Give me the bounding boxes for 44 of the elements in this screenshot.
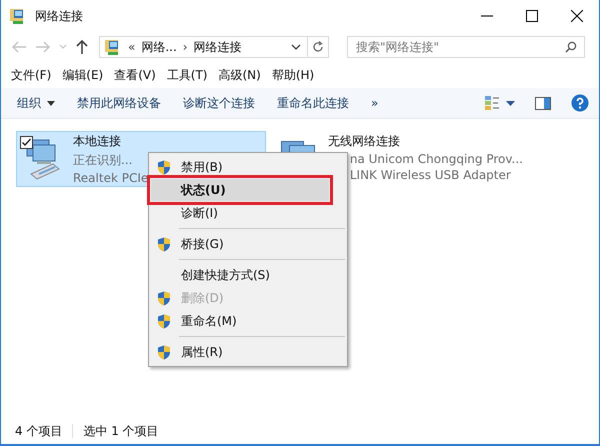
status-text: 选中 1 个项目 (83, 422, 159, 440)
menu-item[interactable]: 文件(F) (11, 66, 52, 84)
chevron-down-icon[interactable] (291, 44, 301, 50)
search-field[interactable]: 搜索"网络连接" (347, 36, 585, 58)
window-title: 网络连接 (35, 8, 83, 24)
address-field[interactable]: « 网络... › 网络连接 (99, 36, 329, 58)
menu-item[interactable]: 编辑(E) (62, 66, 104, 84)
context-menu-item[interactable]: 重命名(M) (151, 310, 345, 332)
maximize-icon (526, 10, 538, 22)
adapter-name: LINK Wireless USB Adapter (350, 168, 512, 182)
context-menu-item[interactable]: 诊断(I) (151, 202, 345, 224)
adapter-name: Realtek PCIe (73, 171, 148, 185)
toolbar-button[interactable]: 诊断这个连接 (175, 90, 263, 116)
search-icon (565, 41, 577, 53)
context-menu-item[interactable]: 状态(U) (151, 179, 329, 201)
breadcrumb[interactable]: 网络... (141, 38, 177, 56)
context-menu-item[interactable]: 桥接(G) (151, 233, 345, 255)
dropdown-arrow-icon (47, 100, 55, 106)
preview-pane-icon[interactable] (535, 96, 551, 110)
context-menu-item[interactable]: 属性(R) (151, 341, 345, 363)
up-arrow-icon[interactable] (75, 39, 89, 55)
close-icon (570, 10, 582, 22)
breadcrumb[interactable]: 网络连接 (194, 38, 242, 56)
refresh-icon (312, 41, 324, 53)
context-menu-item[interactable]: 创建快捷方式(S) (151, 264, 345, 286)
menu-item[interactable]: 查看(V) (114, 66, 156, 84)
view-options-icon[interactable] (484, 95, 500, 111)
more-button[interactable]: » (363, 92, 386, 114)
toolbar-button[interactable]: 组织 (9, 90, 63, 116)
menu-item[interactable]: 工具(T) (166, 66, 208, 84)
menu-item[interactable]: 高级(N) (218, 66, 261, 84)
connection-status: na Unicom Chongqing Prov... (350, 152, 523, 166)
connection-name: 无线网络连接 (328, 133, 401, 150)
menu-item[interactable]: 帮助(H) (272, 66, 314, 84)
connection-status: 正在识别... (73, 152, 134, 169)
toolbar-button[interactable]: 重命名此连接 (269, 90, 357, 116)
status-text: 4 个项目 (15, 422, 62, 440)
toolbar-button[interactable]: 禁用此网络设备 (69, 90, 169, 116)
dropdown-arrow-icon[interactable] (506, 100, 515, 106)
checkbox[interactable] (20, 136, 33, 149)
help-icon[interactable] (571, 94, 589, 112)
overflow-chevrons[interactable]: « (128, 40, 136, 54)
connection-name: 本地连接 (73, 133, 122, 150)
breadcrumb-separator: › (182, 40, 188, 54)
